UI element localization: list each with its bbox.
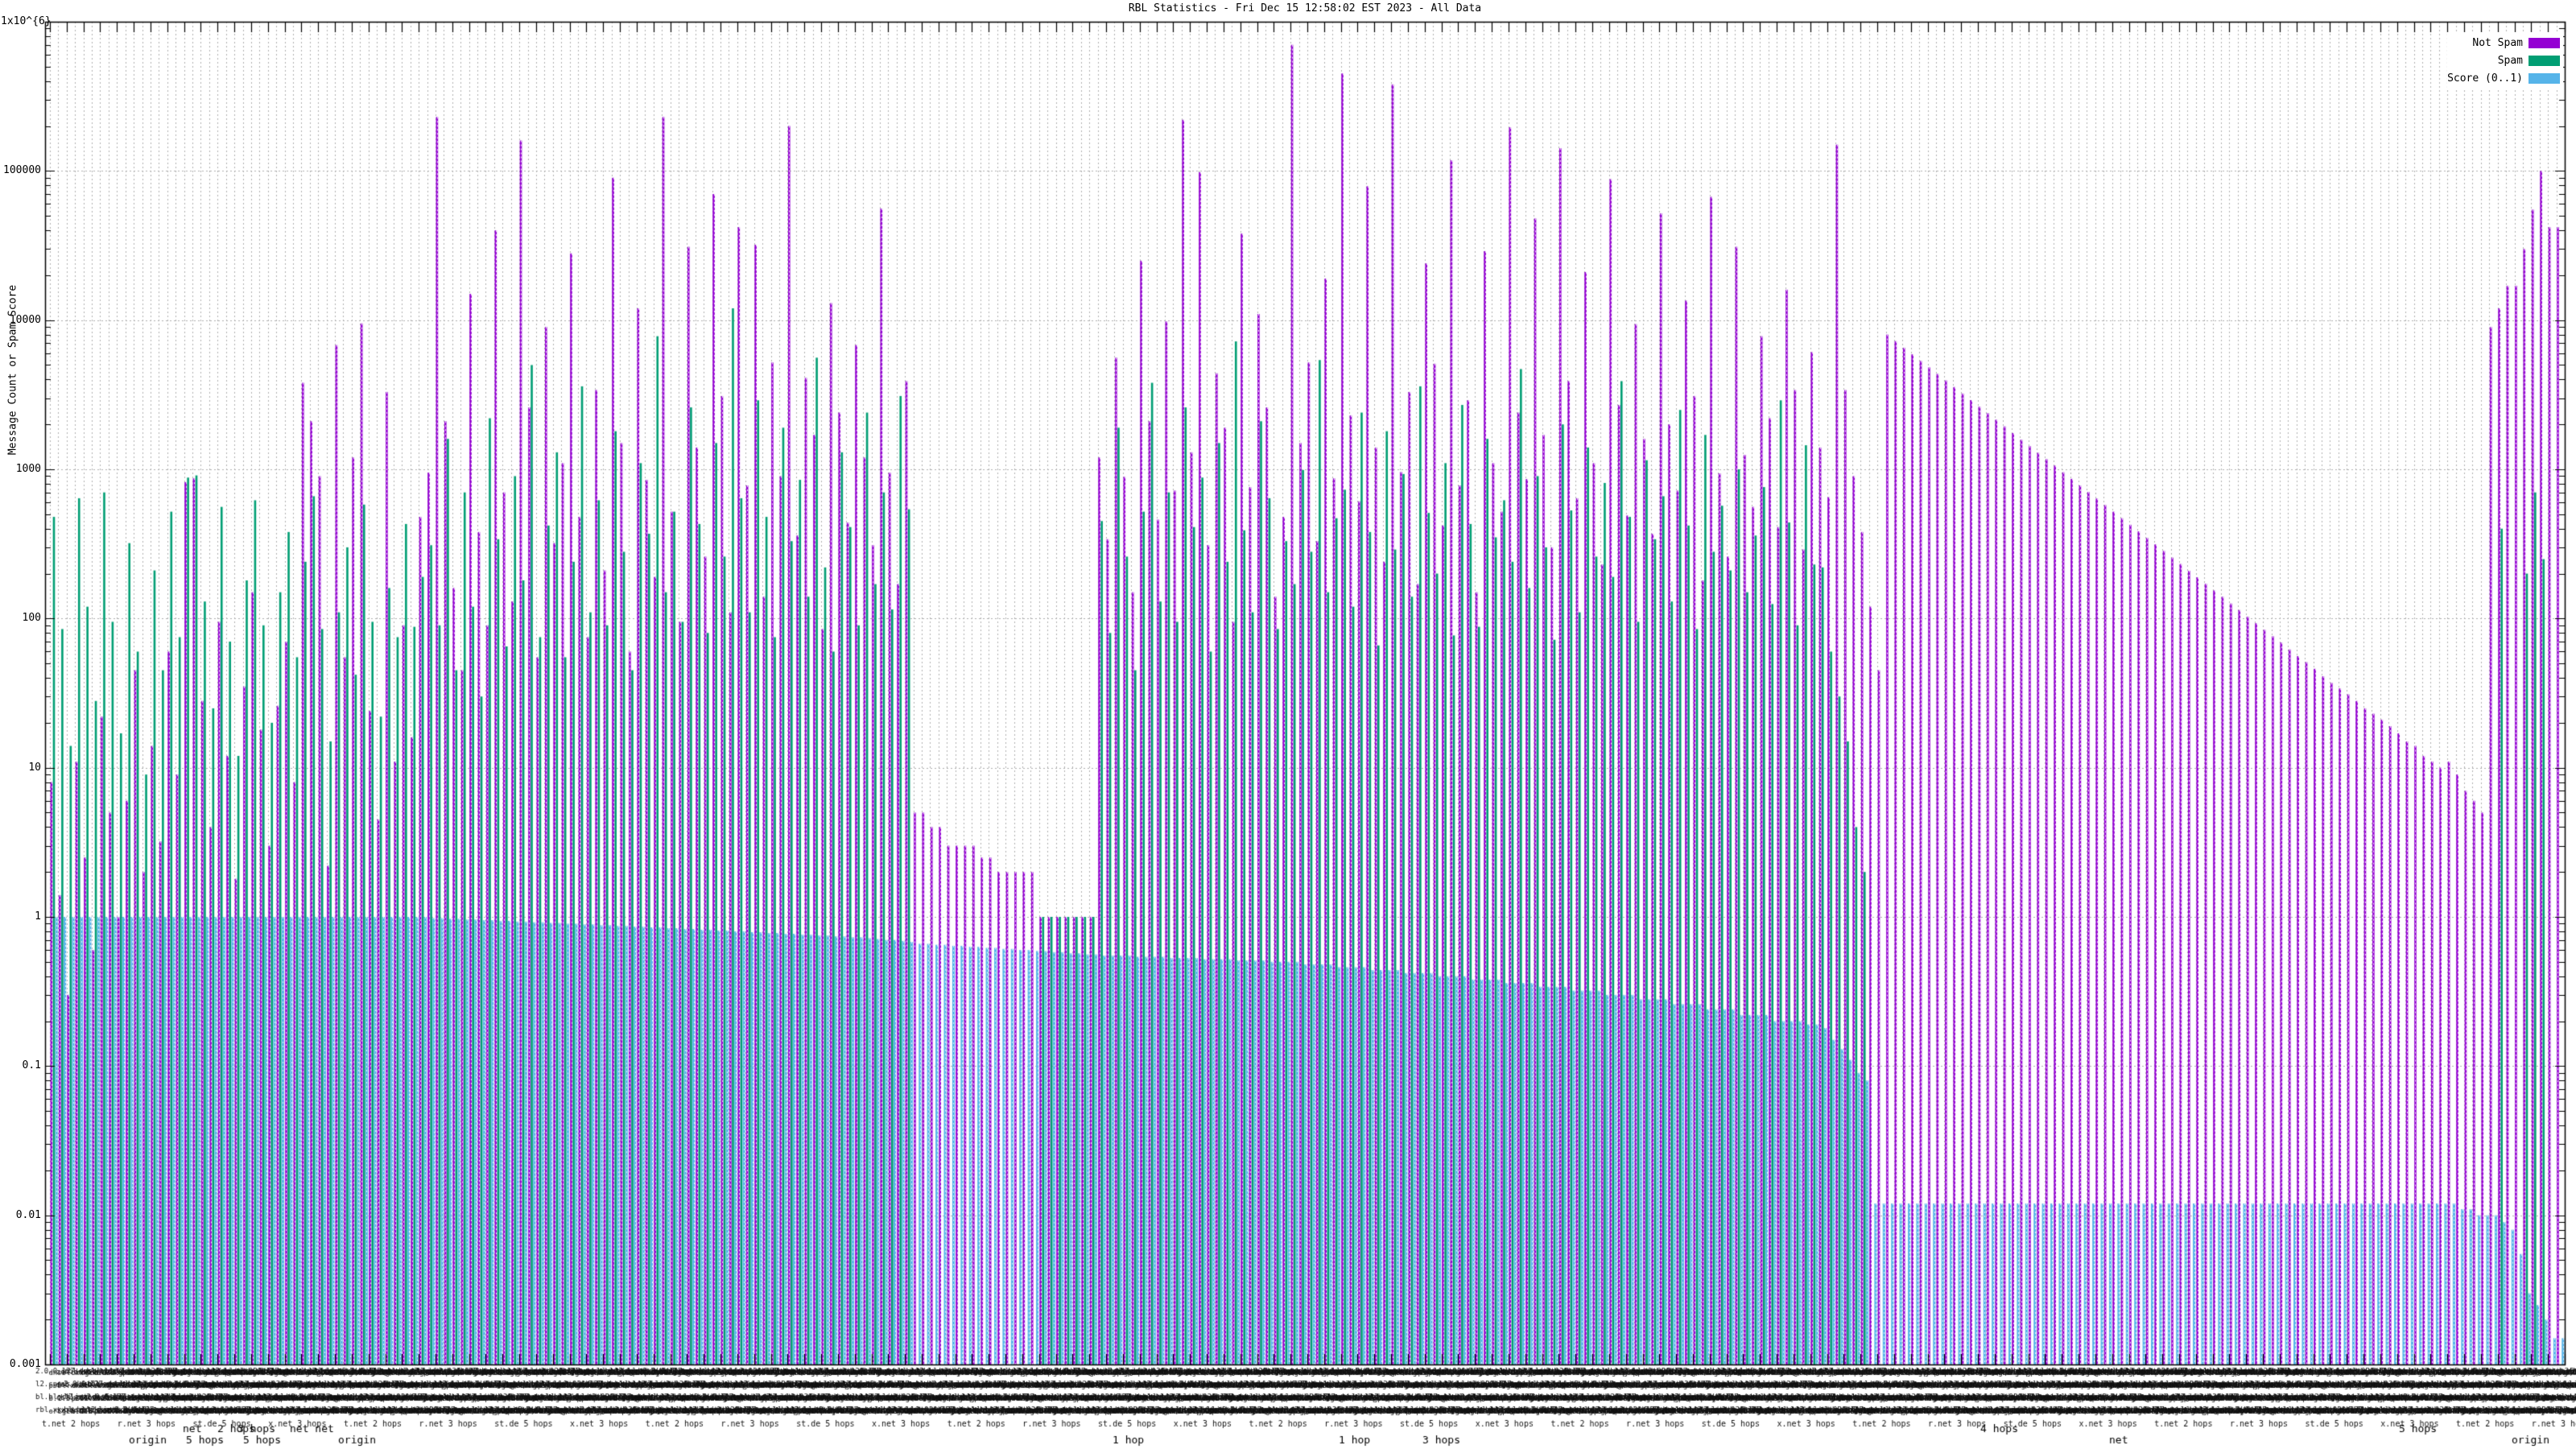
- chart-canvas: [0, 0, 2576, 1449]
- y-tick-label: 10000: [9, 313, 41, 326]
- legend: Not Spam Spam Score (0..1): [2447, 32, 2563, 90]
- rbl-statistics-chart: RBL Statistics - Fri Dec 15 12:58:02 EST…: [0, 0, 2576, 1449]
- y-tick-label: 1000: [15, 463, 41, 475]
- legend-row-spam: Spam: [2447, 52, 2560, 69]
- legend-swatch-score: [2529, 72, 2560, 84]
- y-axis-label: Message Count or Spam Score: [6, 284, 19, 456]
- chart-title: RBL Statistics - Fri Dec 15 12:58:02 EST…: [1128, 2, 1482, 14]
- legend-label-not-spam: Not Spam: [2472, 36, 2523, 49]
- y-tick-label: 100: [22, 612, 41, 625]
- legend-row-score: Score (0..1): [2447, 69, 2560, 87]
- legend-row-not-spam: Not Spam: [2447, 34, 2560, 52]
- y-tick-label: 0.1: [22, 1059, 41, 1072]
- y-tick-label: 0.01: [15, 1208, 41, 1221]
- y-tick-label: 0.001: [9, 1358, 41, 1370]
- y-tick-label: 10: [28, 761, 41, 774]
- legend-swatch-not-spam: [2529, 37, 2560, 48]
- y-tick-label: 100000: [3, 164, 41, 177]
- legend-label-spam: Spam: [2497, 54, 2523, 67]
- y-tick-label: 1x10^{6}: [1, 15, 52, 27]
- legend-swatch-spam: [2529, 55, 2560, 66]
- y-tick-label: 1: [35, 910, 41, 923]
- legend-label-score: Score (0..1): [2447, 72, 2523, 85]
